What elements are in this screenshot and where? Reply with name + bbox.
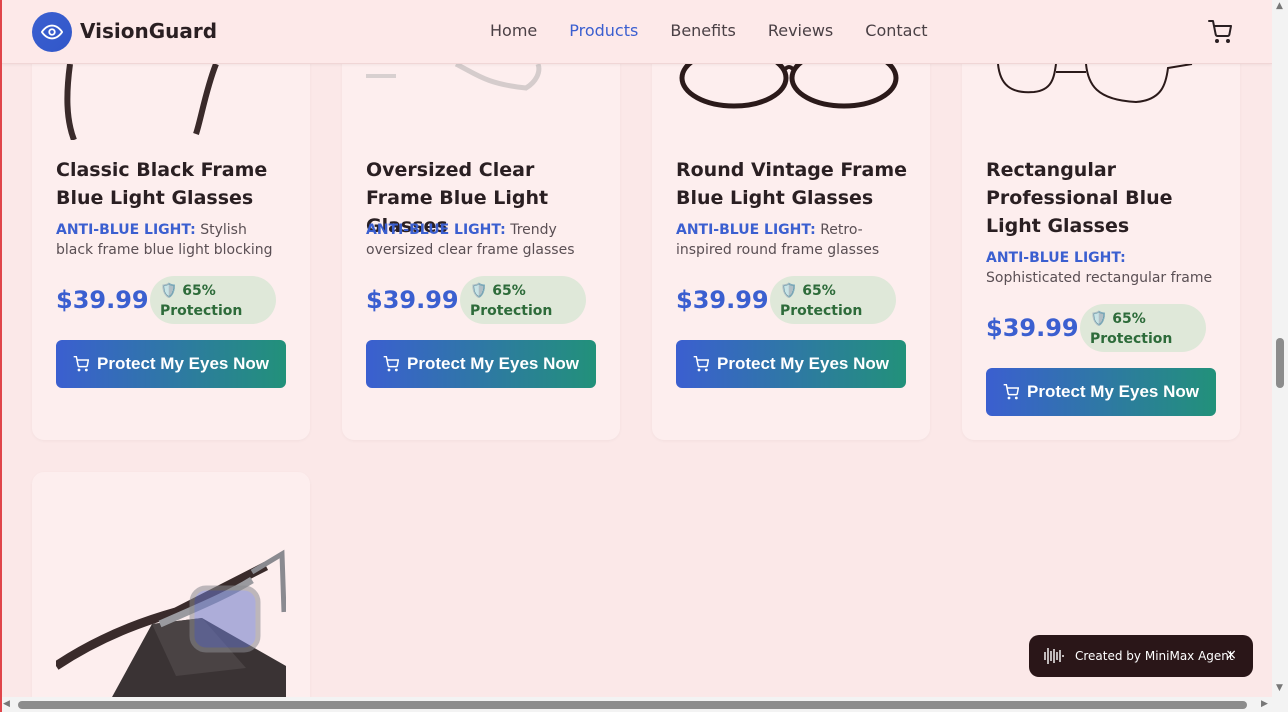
product-image[interactable] xyxy=(676,64,906,140)
product-description: ANTI-BLUE LIGHT: Stylish black frame blu… xyxy=(56,220,286,260)
product-title[interactable]: Classic Black Frame Blue Light Glasses xyxy=(56,156,296,212)
product-price: $39.99 xyxy=(986,314,1079,342)
glasses-with-case-image xyxy=(56,549,286,708)
glasses-image xyxy=(679,64,899,109)
nav-contact[interactable]: Contact xyxy=(865,21,927,40)
nav-reviews[interactable]: Reviews xyxy=(768,21,833,40)
cart-icon xyxy=(383,356,400,372)
protect-eyes-button[interactable]: Protect My Eyes Now xyxy=(986,368,1216,416)
horizontal-scroll-thumb[interactable] xyxy=(18,701,1247,709)
glasses-image xyxy=(366,64,542,91)
cart-icon xyxy=(693,356,710,372)
button-label: Protect My Eyes Now xyxy=(1027,382,1199,401)
vertical-scroll-thumb[interactable] xyxy=(1276,338,1284,388)
product-title[interactable]: Rectangular Professional Blue Light Glas… xyxy=(986,156,1226,240)
main-nav: Home Products Benefits Reviews Contact xyxy=(490,21,928,40)
product-price: $39.99 xyxy=(676,286,769,314)
cart-icon xyxy=(1003,384,1020,400)
glasses-image xyxy=(64,64,219,140)
desc-tag: ANTI-BLUE LIGHT: xyxy=(986,250,1126,266)
horizontal-scrollbar[interactable]: ◀ ▶ xyxy=(0,697,1288,712)
button-label: Protect My Eyes Now xyxy=(97,354,269,373)
protection-badge: 🛡️ 65% Protection xyxy=(770,276,896,324)
product-description: ANTI-BLUE LIGHT: Sophisticated rectangul… xyxy=(986,248,1216,288)
nav-benefits[interactable]: Benefits xyxy=(670,21,736,40)
desc-tag: ANTI-BLUE LIGHT: xyxy=(366,222,506,238)
product-card: Round Vintage Frame Blue Light Glasses A… xyxy=(652,20,930,440)
page-edge xyxy=(0,0,2,712)
scroll-down-icon[interactable]: ▼ xyxy=(1276,683,1283,693)
product-image[interactable] xyxy=(366,64,596,140)
glasses-image xyxy=(997,64,1193,104)
product-card: Classic Black Frame Blue Light Glasses A… xyxy=(32,20,310,440)
vertical-scrollbar[interactable]: ▲ ▼ xyxy=(1272,0,1288,697)
scroll-left-icon[interactable]: ◀ xyxy=(3,699,10,709)
nav-products[interactable]: Products xyxy=(569,21,638,40)
cart-icon xyxy=(73,356,90,372)
brand-name[interactable]: VisionGuard xyxy=(80,19,217,43)
logo[interactable] xyxy=(32,12,72,52)
button-label: Protect My Eyes Now xyxy=(717,354,889,373)
product-image[interactable] xyxy=(986,64,1216,140)
close-icon[interactable]: × xyxy=(1225,647,1237,663)
protection-badge: 🛡️ 65% Protection xyxy=(460,276,586,324)
creator-toast: Created by MiniMax Agent × xyxy=(1029,635,1253,677)
nav-home[interactable]: Home xyxy=(490,21,537,40)
desc-tag: ANTI-BLUE LIGHT: xyxy=(676,222,816,238)
product-image[interactable] xyxy=(56,64,286,140)
protection-badge: 🛡️ 65% Protection xyxy=(1080,304,1206,352)
protect-eyes-button[interactable]: Protect My Eyes Now xyxy=(56,340,286,388)
site-header: VisionGuard Home Products Benefits Revie… xyxy=(2,0,1272,64)
button-label: Protect My Eyes Now xyxy=(407,354,579,373)
product-price: $39.99 xyxy=(56,286,149,314)
protect-eyes-button[interactable]: Protect My Eyes Now xyxy=(366,340,596,388)
product-title[interactable]: Round Vintage Frame Blue Light Glasses xyxy=(676,156,916,212)
desc-text: Sophisticated rectangular frame glasses xyxy=(986,270,1213,286)
product-card xyxy=(32,472,310,712)
product-description: ANTI-BLUE LIGHT: Retro-inspired round fr… xyxy=(676,220,906,260)
product-description: ANTI-BLUE LIGHT: Trendy oversized clear … xyxy=(366,220,596,260)
scroll-right-icon[interactable]: ▶ xyxy=(1261,699,1268,709)
waveform-icon xyxy=(1044,648,1064,664)
product-card: Rectangular Professional Blue Light Glas… xyxy=(962,20,1240,440)
product-price: $39.99 xyxy=(366,286,459,314)
scroll-up-icon[interactable]: ▲ xyxy=(1276,1,1283,11)
desc-tag: ANTI-BLUE LIGHT: xyxy=(56,222,196,238)
protect-eyes-button[interactable]: Protect My Eyes Now xyxy=(676,340,906,388)
protection-badge: 🛡️ 65% Protection xyxy=(150,276,276,324)
cart-icon[interactable] xyxy=(1208,20,1232,44)
toast-text: Created by MiniMax Agent xyxy=(1075,649,1234,663)
product-image[interactable] xyxy=(56,496,286,712)
eye-icon xyxy=(41,24,63,40)
product-card: Oversized Clear Frame Blue Light Glasses… xyxy=(342,20,620,440)
